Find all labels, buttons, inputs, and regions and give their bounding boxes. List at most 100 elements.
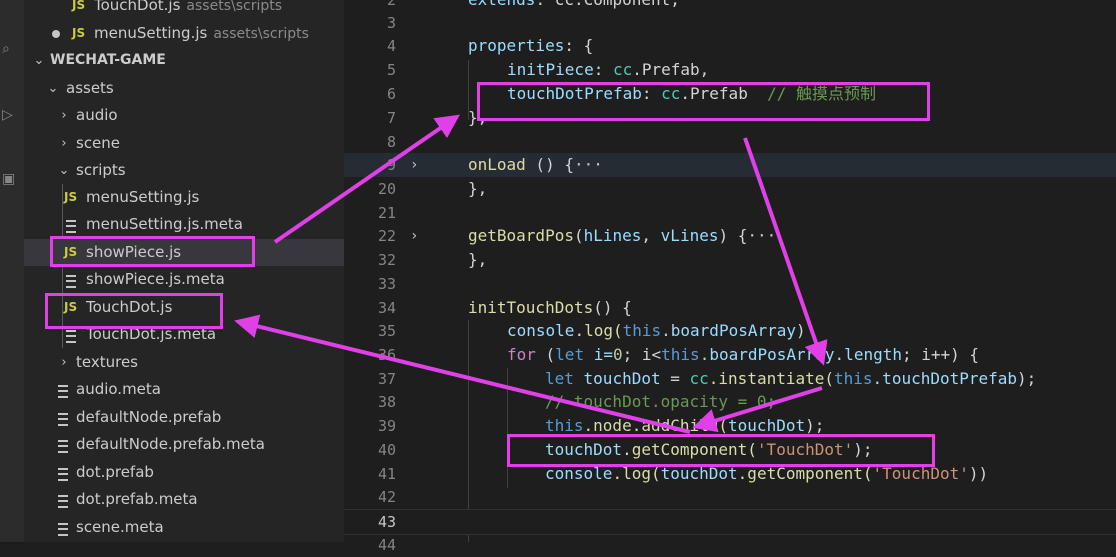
code-line: 44 [344,533,1116,557]
code-line: 37 let touchDot = cc.instantiate(this.to… [344,367,1116,391]
code-line-folded[interactable]: 9 › onLoad () {··· [344,153,1116,177]
highlight-box-prefab-property [477,82,930,121]
line-number: 41 [377,465,396,483]
tree-folder-scene[interactable]: › scene [24,130,344,157]
code-text: // touchDot.opacity = 0; [545,392,777,411]
code-line: 32 }, [344,248,1116,272]
meta-file-icon [66,330,76,343]
js-file-icon: JS [72,26,86,40]
line-number: 32 [377,251,396,269]
open-editor-item[interactable]: JS menuSetting.js assets\scripts [24,20,344,47]
line-number: 4 [386,37,396,55]
meta-file-icon [58,413,68,426]
chevron-right-icon: › [61,355,67,370]
line-number: 43 [377,513,396,531]
tree-item-label: defaultNode.prefab.meta [76,435,265,453]
project-title: WECHAT-GAME [50,52,166,68]
explorer-sidebar: JS TouchDot.js assets\scripts JS menuSett… [24,0,344,542]
tree-file[interactable]: defaultNode.prefab [24,404,344,431]
highlight-box-touchdot [45,293,223,329]
code-line: 36 for (let i=0; i<this.boardPosArray.le… [344,343,1116,367]
code-line: 8 [344,130,1116,154]
line-number: 40 [377,441,396,459]
code-text: }, [468,179,488,198]
tree-file[interactable]: showPiece.js.meta [24,266,344,293]
tree-item-label: audio.meta [76,380,161,398]
code-text: onLoad () {··· [468,155,603,174]
line-number: 39 [377,417,396,435]
code-text: let touchDot = cc.instantiate(this.touch… [545,369,1037,388]
tree-folder-scripts[interactable]: ⌄ scripts [24,157,344,184]
code-line: 4 properties: { [344,34,1116,58]
line-number: 7 [386,109,396,127]
tree-item-label: dot.prefab.meta [76,490,198,508]
code-text: initPiece: cc.Prefab, [507,60,710,79]
tree-file[interactable]: audio.meta [24,376,344,403]
js-file-icon: JS [72,0,86,12]
open-editor-label: TouchDot.js [94,0,181,14]
tree-item-label: scene.meta [76,518,164,536]
tree-folder-audio[interactable]: › audio [24,102,344,129]
open-editor-path: assets\scripts [213,26,309,42]
tree-file[interactable]: scene.meta [24,514,344,541]
code-line-current[interactable]: 43 [344,509,1116,535]
code-line: 3 [344,11,1116,35]
meta-file-icon [58,440,68,453]
line-number: 22 [377,227,396,245]
open-editor-item[interactable]: JS TouchDot.js assets\scripts [24,0,344,19]
line-number: 37 [377,370,396,388]
run-debug-icon[interactable]: ▷ [2,104,20,126]
search-icon[interactable]: ⌕ [2,38,20,60]
tree-folder-assets[interactable]: ⌄ assets [24,75,344,102]
meta-file-icon [58,385,68,398]
open-editor-path: assets\scripts [186,0,283,14]
activity-bar: ⌕ ▷ ▣ [0,0,24,542]
unsaved-dot-icon [52,30,60,38]
line-number: 36 [377,346,396,364]
chevron-right-icon: › [61,108,67,123]
code-text: getBoardPos(hLines, vLines) {··· [468,226,777,245]
line-number: 8 [386,133,396,151]
fold-chevron-icon[interactable]: › [410,224,418,248]
tree-file[interactable]: JS menuSetting.js [24,184,344,211]
code-text: initTouchDots() { [468,298,632,317]
code-text: console.log(this.boardPosArray) [507,321,806,340]
tree-item-label: scripts [76,161,126,179]
tree-file[interactable]: dot.prefab.meta [24,486,344,513]
code-line-folded[interactable]: 22 › getBoardPos(hLines, vLines) {··· [344,224,1116,248]
tree-item-label: dot.prefab [76,463,154,481]
meta-file-icon [58,523,68,536]
line-number: 38 [377,393,396,411]
code-line: 20 }, [344,177,1116,201]
line-number: 21 [377,204,396,222]
tree-folder-textures[interactable]: › textures [24,349,344,376]
extensions-icon[interactable]: ▣ [2,168,20,190]
line-number: 3 [386,14,396,32]
chevron-down-icon: ⌄ [58,163,70,178]
meta-file-icon [58,495,68,508]
code-line: 35 console.log(this.boardPosArray) [344,319,1116,343]
tree-file[interactable]: defaultNode.prefab.meta [24,431,344,458]
tree-file[interactable]: menuSetting.js.meta [24,211,344,238]
tree-item-label: showPiece.js.meta [86,270,225,288]
fold-chevron-icon[interactable]: › [410,153,418,177]
highlight-box-showpiece [50,236,255,267]
highlight-box-getcomponent [507,434,935,467]
line-number: 35 [377,322,396,340]
open-editor-label: menuSetting.js [94,24,208,42]
code-line: 33 [344,272,1116,296]
line-number: 9 [386,156,396,174]
meta-file-icon [58,468,68,481]
code-line: 38 // touchDot.opacity = 0; [344,390,1116,414]
code-text: }, [468,250,488,269]
chevron-down-icon: ⌄ [47,81,59,96]
line-number: 5 [386,61,396,79]
tree-item-label: audio [76,106,118,124]
js-file-icon: JS [64,190,78,204]
meta-file-icon [66,275,76,288]
project-section-header[interactable]: ⌄ WECHAT-GAME [24,47,344,74]
code-line: 34 initTouchDots() { [344,296,1116,320]
chevron-right-icon: › [61,136,67,151]
code-line: 42 [344,485,1116,509]
tree-file[interactable]: dot.prefab [24,459,344,486]
